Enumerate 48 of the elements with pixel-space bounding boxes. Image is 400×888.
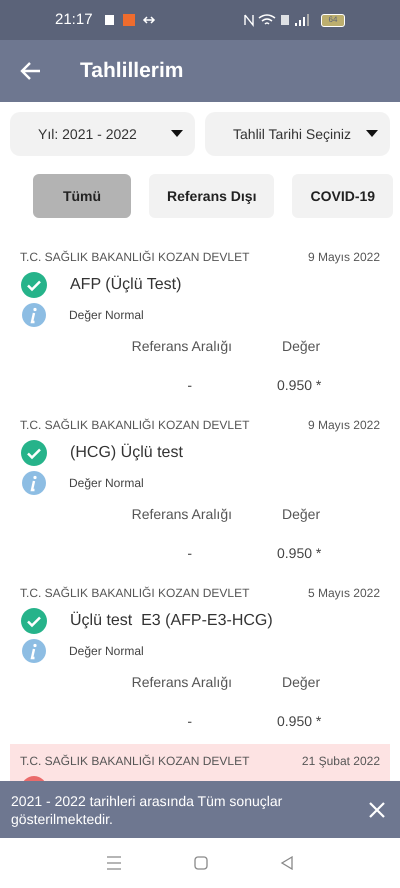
info-icon (21, 470, 47, 496)
status-note: Değer Normal (69, 307, 144, 324)
info-icon (21, 638, 47, 664)
close-icon[interactable] (368, 800, 386, 818)
battery-icon: 64 (321, 14, 345, 26)
check-icon (20, 439, 48, 467)
clock: 21:17 (55, 10, 93, 30)
test-name: (HCG) Üçlü test (70, 442, 183, 463)
reference-range: - (186, 712, 192, 731)
institution-name: T.C. SAĞLIK BAKANLIĞI KOZAN DEVLET (20, 417, 250, 434)
status-note: Değer Normal (69, 475, 144, 492)
page-title: Tahlillerim (80, 58, 184, 84)
result-date: 21 Şubat 2022 (302, 753, 380, 770)
column-header: Referans Aralığı (130, 673, 232, 692)
snackbar-message: 2021 - 2022 tarihleri arasında Tüm sonuçlar gösterilmektedir. (11, 792, 284, 828)
result-date: 5 Mayıs 2022 (308, 585, 380, 602)
column-header: Referans Aralığı (130, 505, 232, 524)
reference-range: - (186, 376, 192, 395)
column-header: Değer (282, 505, 320, 524)
test-name: Üçlü test E3 (AFP-E3-HCG) (70, 610, 273, 631)
check-icon (20, 271, 48, 299)
institution-name: T.C. SAĞLIK BAKANLIĞI KOZAN DEVLET (20, 249, 250, 266)
check-icon (20, 607, 48, 635)
filter-tab[interactable]: Tümü (33, 174, 131, 218)
column-header: Değer (282, 673, 320, 692)
institution-name: T.C. SAĞLIK BAKANLIĞI KOZAN DEVLET (20, 753, 250, 770)
reference-range: - (186, 544, 192, 563)
caret-icon (171, 130, 183, 138)
back-icon[interactable] (20, 61, 42, 81)
result-value: 0.950 * (277, 376, 322, 395)
column-header: Değer (282, 337, 320, 356)
filter-tab[interactable]: Referans Dışı (149, 174, 274, 218)
home-icon[interactable] (194, 856, 208, 870)
result-value: 0.950 * (277, 544, 322, 563)
info-icon (21, 302, 47, 328)
status-note: Değer Normal (69, 643, 144, 660)
result-date: 9 Mayıs 2022 (308, 249, 380, 266)
test-name: AFP (Üçlü Test) (70, 274, 182, 295)
dropdown[interactable]: Yıl: 2021 - 2022 (10, 112, 195, 156)
result-value: 0.950 * (277, 712, 322, 731)
caret-icon (366, 130, 378, 138)
result-date: 9 Mayıs 2022 (308, 417, 380, 434)
filter-tab[interactable]: COVID-19 (292, 174, 394, 218)
column-header: Referans Aralığı (130, 337, 232, 356)
institution-name: T.C. SAĞLIK BAKANLIĞI KOZAN DEVLET (20, 585, 250, 602)
dropdown[interactable]: Tahlil Tarihi Seçiniz (205, 112, 390, 156)
back-nav-icon[interactable] (280, 856, 294, 870)
menu-icon[interactable] (106, 856, 122, 870)
